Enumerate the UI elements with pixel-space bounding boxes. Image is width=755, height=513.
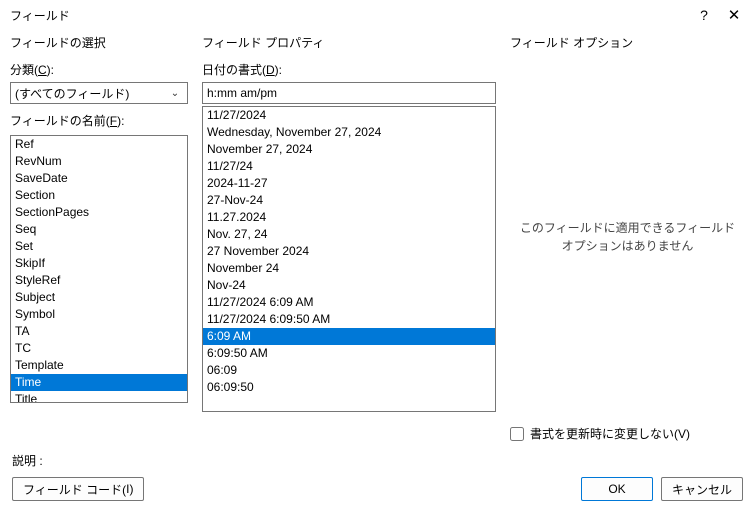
cancel-button[interactable]: キャンセル [661,477,743,501]
list-item[interactable]: 06:09:50 [203,379,495,396]
category-value: (すべてのフィールド) [15,85,167,102]
list-item[interactable]: TC [11,340,187,357]
list-item[interactable]: 11/27/2024 6:09:50 AM [203,311,495,328]
list-item[interactable]: Title [11,391,187,403]
list-item[interactable]: 11/27/2024 6:09 AM [203,294,495,311]
preserve-format-label: 書式を更新時に変更しない(V) [530,425,690,442]
format-value: h:mm am/pm [207,86,277,100]
list-item[interactable]: Template [11,357,187,374]
format-label: 日付の書式(D): [202,61,496,78]
list-item[interactable]: SectionPages [11,204,187,221]
list-item[interactable]: Section [11,187,187,204]
list-item[interactable]: SaveDate [11,170,187,187]
format-input[interactable]: h:mm am/pm [202,82,496,104]
dialog-body: フィールドの選択 分類(C): (すべてのフィールド) ⌄ フィールドの名前(F… [0,30,755,450]
list-item[interactable]: 06:09 [203,362,495,379]
list-item[interactable]: SkipIf [11,255,187,272]
close-button[interactable]: ✕ [719,1,749,29]
list-item[interactable]: 11.27.2024 [203,209,495,226]
description-label: 説明 : [12,452,743,469]
list-item[interactable]: Set [11,238,187,255]
category-combo[interactable]: (すべてのフィールド) ⌄ [10,82,188,104]
preserve-format-checkbox[interactable] [510,427,524,441]
field-options-panel: フィールド オプション このフィールドに適用できるフィールド オプションはありま… [510,34,745,450]
list-item[interactable]: Time [11,374,187,391]
field-selection-panel: フィールドの選択 分類(C): (すべてのフィールド) ⌄ フィールドの名前(F… [10,34,188,450]
list-item[interactable]: Nov-24 [203,277,495,294]
list-item[interactable]: 27-Nov-24 [203,192,495,209]
chevron-down-icon: ⌄ [167,88,183,99]
section-label-properties: フィールド プロパティ [202,34,496,51]
dialog-title: フィールド [10,7,689,24]
list-item[interactable]: 6:09:50 AM [203,345,495,362]
list-item[interactable]: November 27, 2024 [203,141,495,158]
list-item[interactable]: Symbol [11,306,187,323]
list-item[interactable]: 27 November 2024 [203,243,495,260]
list-item[interactable]: Nov. 27, 24 [203,226,495,243]
list-item[interactable]: November 24 [203,260,495,277]
list-item[interactable]: RevNum [11,153,187,170]
field-properties-panel: フィールド プロパティ 日付の書式(D): h:mm am/pm 11/27/2… [202,34,496,450]
formats-listbox[interactable]: 11/27/2024Wednesday, November 27, 2024No… [202,106,496,412]
fieldnames-label: フィールドの名前(F): [10,112,188,129]
section-label-options: フィールド オプション [510,34,745,51]
list-item[interactable]: StyleRef [11,272,187,289]
help-button[interactable]: ? [689,1,719,29]
list-item[interactable]: 2024-11-27 [203,175,495,192]
fieldcode-button[interactable]: フィールド コード(I) [12,477,144,501]
list-item[interactable]: 11/27/24 [203,158,495,175]
list-item[interactable]: Wednesday, November 27, 2024 [203,124,495,141]
list-item[interactable]: Ref [11,136,187,153]
list-item[interactable]: Seq [11,221,187,238]
list-item[interactable]: 11/27/2024 [203,107,495,124]
footer: フィールド コード(I) OK キャンセル [0,477,755,501]
list-item[interactable]: Subject [11,289,187,306]
ok-button[interactable]: OK [581,477,653,501]
options-none-message: このフィールドに適用できるフィールド オプションはありません [510,219,745,255]
fieldnames-listbox[interactable]: RefRevNumSaveDateSectionSectionPagesSeqS… [10,135,188,403]
preserve-format-row: 書式を更新時に変更しない(V) [510,425,745,442]
section-label-selection: フィールドの選択 [10,34,188,51]
list-item[interactable]: 6:09 AM [203,328,495,345]
category-label: 分類(C): [10,61,188,78]
titlebar: フィールド ? ✕ [0,0,755,30]
list-item[interactable]: TA [11,323,187,340]
